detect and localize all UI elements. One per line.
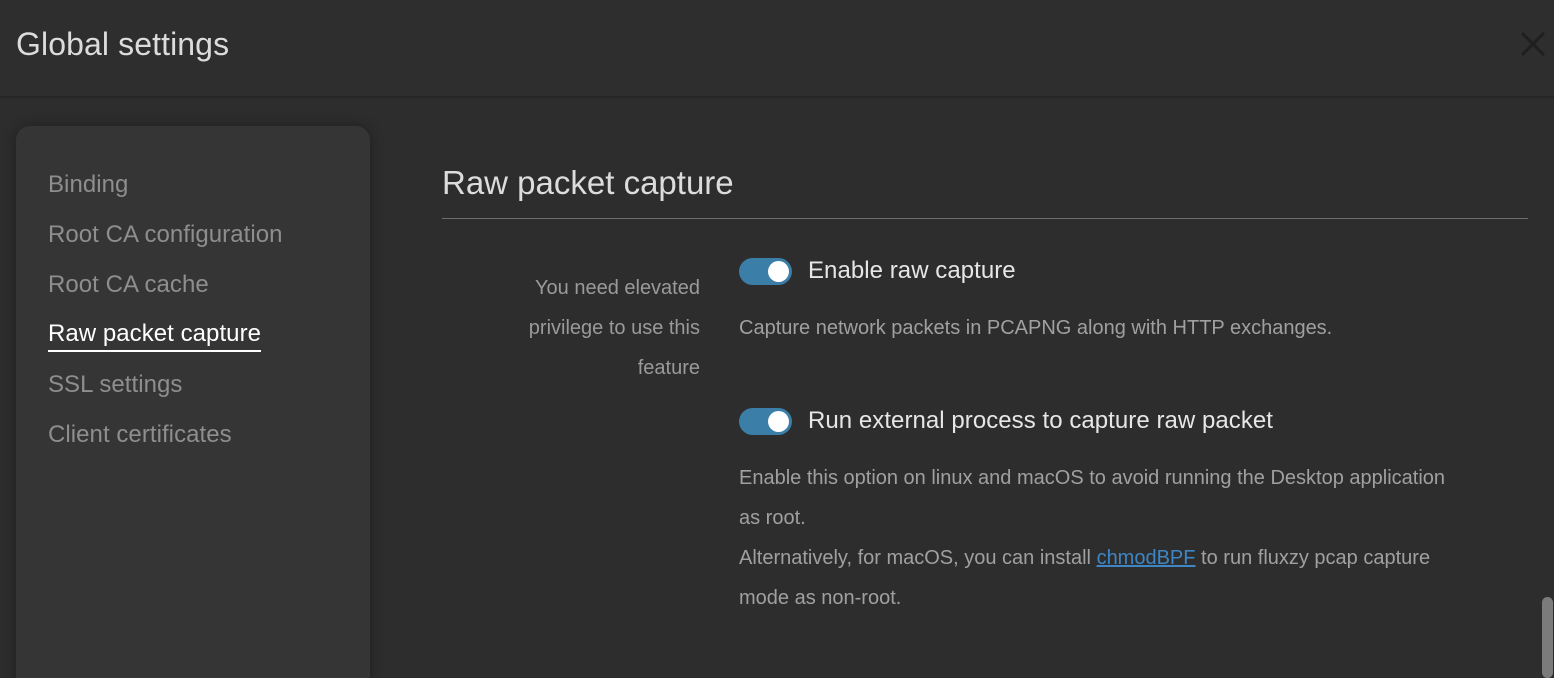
run-external-process-label: Run external process to capture raw pack… [808,407,1274,434]
sidebar-item-root-ca-cache[interactable]: Root CA cache [16,260,370,310]
scrollbar-thumb[interactable] [1542,597,1553,678]
sidebar-item-raw-packet-capture[interactable]: Raw packet capture [16,310,370,360]
page-title: Global settings [16,26,230,62]
enable-raw-capture-toggle[interactable] [739,257,792,285]
toggle-knob [768,260,789,282]
global-settings-dialog: Global settings Binding Root CA configur… [0,0,1554,678]
dialog-header: Global settings [0,0,1554,98]
content-scrollbar[interactable] [1540,98,1554,678]
sidebar-item-label: Root CA cache [48,271,209,298]
elevated-privilege-hint: You need elevated privilege to use this … [528,277,700,379]
section-title: Raw packet capture [442,162,1528,219]
description-line: Capture network packets in PCAPNG along … [739,317,1333,339]
toggle-knob [768,410,789,432]
sidebar-item-ssl-settings[interactable]: SSL settings [16,360,370,410]
close-icon[interactable] [1509,20,1554,68]
description-line: Enable this option on linux and macOS to… [739,467,1446,529]
sidebar-item-label: Binding [48,171,129,198]
description-line-with-link: Alternatively, for macOS, you can instal… [739,538,1454,618]
sidebar-item-label: Raw packet capture [48,318,262,352]
sidebar-item-binding[interactable]: Binding [16,160,370,210]
sidebar-item-label: Root CA configuration [48,221,283,248]
settings-sidebar: Binding Root CA configuration Root CA ca… [16,126,370,678]
enable-raw-capture-label: Enable raw capture [808,257,1016,284]
sidebar-item-root-ca-configuration[interactable]: Root CA configuration [16,210,370,260]
run-external-process-toggle[interactable] [739,407,792,435]
sidebar-item-label: Client certificates [48,421,232,448]
sidebar-item-label: SSL settings [48,371,183,398]
enable-raw-capture-description: Capture network packets in PCAPNG along … [739,308,1454,348]
settings-content-panel: Raw packet capture You need elevated pri… [370,98,1554,678]
chmodbpf-link[interactable]: chmodBPF [1097,547,1196,569]
settings-list: Enable raw capture Capture network packe… [739,256,1529,676]
setting-enable-raw-capture: Enable raw capture Capture network packe… [739,256,1529,348]
sidebar-item-client-certificates[interactable]: Client certificates [16,410,370,460]
toggle-row: Run external process to capture raw pack… [739,406,1529,436]
run-external-process-description: Enable this option on linux and macOS to… [739,458,1454,618]
setting-run-external-process: Run external process to capture raw pack… [739,406,1529,618]
toggle-row: Enable raw capture [739,256,1529,286]
description-prefix: Alternatively, for macOS, you can instal… [739,547,1097,569]
